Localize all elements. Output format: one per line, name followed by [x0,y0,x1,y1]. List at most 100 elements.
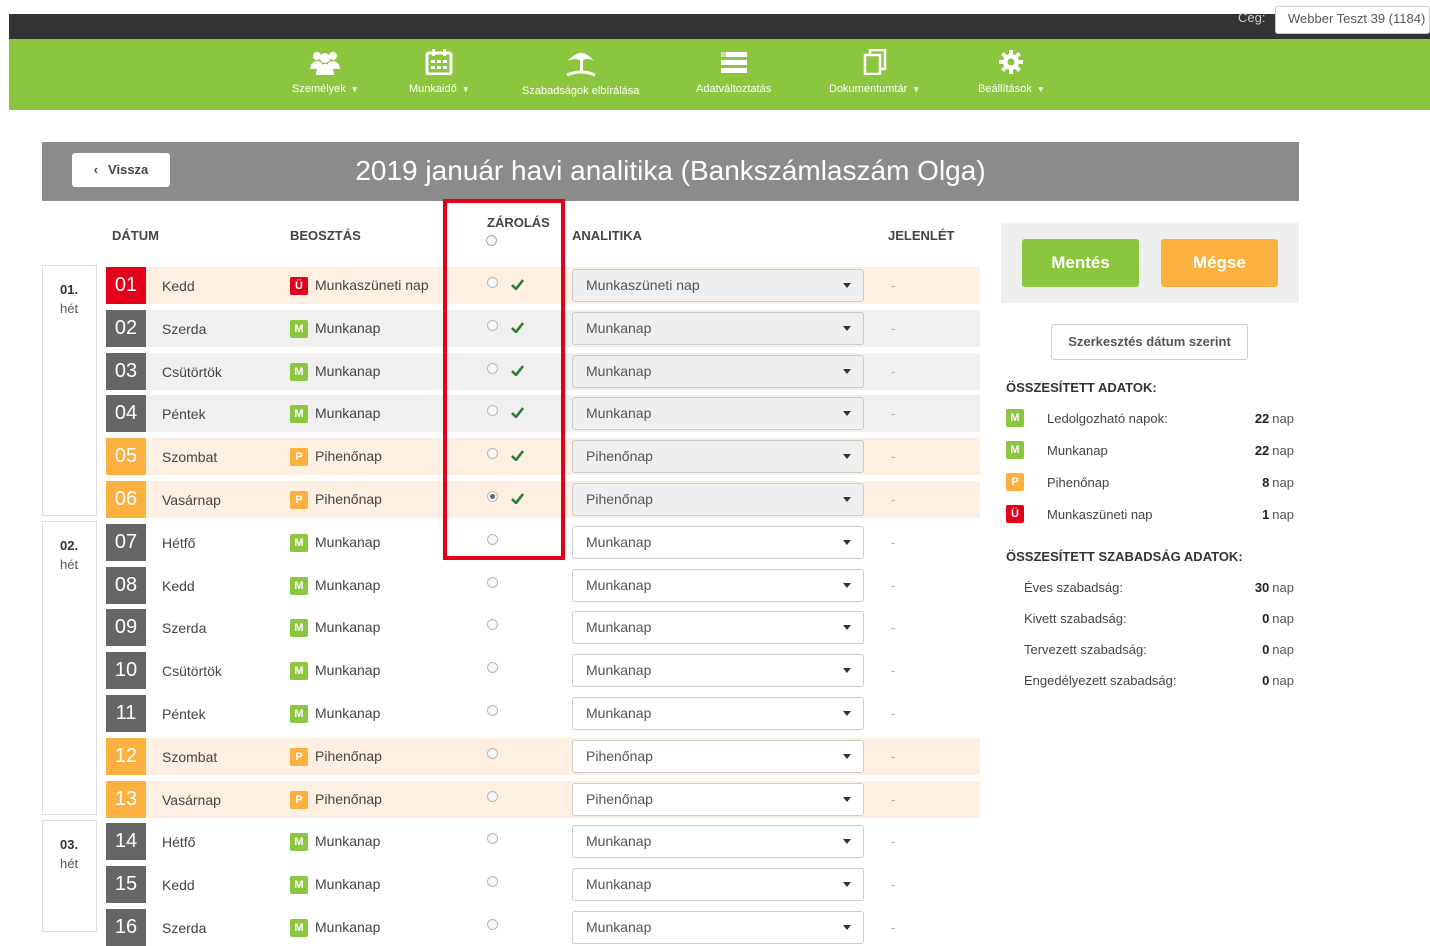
calendar-icon [425,49,453,75]
caret-down-icon [843,625,851,631]
analytics-select[interactable]: Pihenőnap [572,483,864,516]
lock-radio[interactable] [487,533,498,545]
presence-value: - [891,534,896,550]
leave-value: 0 nap [1262,611,1294,626]
schedule-text: Pihenőnap [315,790,382,807]
day-number: 10 [106,652,146,690]
analytics-select[interactable]: Pihenőnap [572,782,864,816]
day-type-badge: P [290,747,308,766]
lock-radio[interactable] [487,876,498,888]
schedule-text: Munkanap [315,319,381,336]
nav-documents[interactable]: Dokumentumtár ▼ [829,49,920,95]
analytics-value: Munkanap [586,876,652,893]
lock-radio[interactable] [487,919,498,930]
day-name: Kedd [162,278,195,294]
lock-radio[interactable] [487,747,498,759]
caret-down-icon [843,796,851,802]
analytics-select[interactable]: Pihenőnap [572,739,864,773]
lock-radio[interactable] [487,491,498,502]
summary-unit: nap [1272,411,1294,426]
analytics-select[interactable]: Munkaszüneti nap [572,269,864,302]
summary-label: Munkanap [1047,443,1108,458]
analytics-select[interactable]: Munkanap [572,611,864,645]
col-header-presence: JELENLÉT [888,228,955,243]
lock-radio[interactable] [487,448,498,460]
chevron-down-icon: ▼ [350,85,359,94]
analytics-select[interactable]: Pihenőnap [572,440,864,474]
leave-number: 0 [1262,673,1270,688]
table-row: 10 Csütörtök M Munkanap Munkanap - [106,652,980,690]
lock-radio[interactable] [487,619,498,631]
analytics-select[interactable]: Munkanap [572,654,864,688]
day-name: Péntek [162,706,206,722]
analytics-select[interactable]: Munkanap [572,825,864,859]
analytics-select[interactable]: Munkanap [572,697,864,730]
table-row: 01 Kedd Ü Munkaszüneti nap Munkaszüneti nap - [106,267,980,304]
caret-down-icon [843,411,851,417]
analytics-select[interactable]: Munkanap [572,868,864,902]
schedule-text: Munkanap [315,833,381,850]
schedule-text: Munkanap [315,533,381,550]
analytics-select[interactable]: Munkanap [572,311,864,345]
nav-settings[interactable]: Beállítások ▼ [978,49,1045,95]
nav-worktime[interactable]: Munkaidő ▼ [409,49,470,95]
analytics-select[interactable]: Munkanap [572,397,864,431]
check-icon [511,364,524,376]
analytics-value: Munkaszüneti nap [586,277,700,293]
nav-leave-review[interactable]: Szabadságok elbírálása [522,49,639,97]
day-name: Szerda [162,620,207,637]
leave-unit: nap [1272,673,1294,688]
day-number: 14 [106,823,146,861]
day-number: 15 [106,866,146,904]
schedule-text: Munkanap [315,405,381,422]
table-row: 15 Kedd M Munkanap Munkanap - [106,866,980,904]
lock-radio[interactable] [487,662,498,674]
day-type-badge: M [290,876,308,895]
day-type-badge: M [290,833,308,852]
analytics-select[interactable]: Munkanap [572,525,864,559]
analytics-select[interactable]: Munkanap [572,911,864,944]
analytics-select[interactable]: Munkanap [572,354,864,388]
week-cell: 01. hét [42,265,97,516]
schedule-text: Pihenőnap [315,448,382,465]
caret-down-icon [843,497,851,502]
lock-radio[interactable] [487,405,498,417]
leave-number: 0 [1262,611,1270,626]
cancel-button[interactable]: Mégse [1161,239,1278,287]
lock-radio[interactable] [487,319,498,331]
lock-radio[interactable] [487,790,498,802]
lock-all-radio[interactable] [486,235,497,246]
nav-data-change[interactable]: Adatváltoztatás [696,49,771,95]
summary-unit: nap [1272,507,1294,522]
summary-number: 1 [1262,507,1270,522]
leave-summary-item: Éves szabadság: 30 nap [1006,578,1294,598]
leave-unit: nap [1272,642,1294,657]
nav-documents-label: Dokumentumtár [829,83,908,95]
analytics-value: Munkanap [586,576,652,593]
summary-item: M Ledolgozható napok: 22 nap [1006,409,1294,429]
edit-by-date-button[interactable]: Szerkesztés dátum szerint [1051,324,1248,360]
lock-radio[interactable] [487,833,498,845]
lock-radio[interactable] [487,277,498,288]
analytics-value: Munkanap [586,705,652,721]
company-select[interactable]: Webber Teszt 39 (1184) [1275,6,1430,34]
day-name: Csütörtök [162,363,222,380]
lock-radio[interactable] [487,362,498,374]
week-number: 03. [60,837,79,852]
day-name: Péntek [162,406,206,423]
week-label: hét [60,301,79,316]
nav-settings-label: Beállítások [978,83,1032,95]
day-number: 09 [106,609,146,647]
save-button[interactable]: Mentés [1022,239,1139,287]
day-type-badge: P [290,491,308,509]
presence-value: - [891,320,896,336]
summary-value: 22 nap [1255,411,1294,426]
lock-radio[interactable] [487,576,498,588]
day-type-badge: M [290,533,308,552]
analytics-select[interactable]: Munkanap [572,568,864,602]
nav-people[interactable]: Személyek ▼ [292,49,359,95]
day-type-badge: P [290,448,308,467]
lock-radio[interactable] [487,705,498,716]
week-label: hét [60,856,79,871]
analytics-value: Pihenőnap [586,747,653,764]
